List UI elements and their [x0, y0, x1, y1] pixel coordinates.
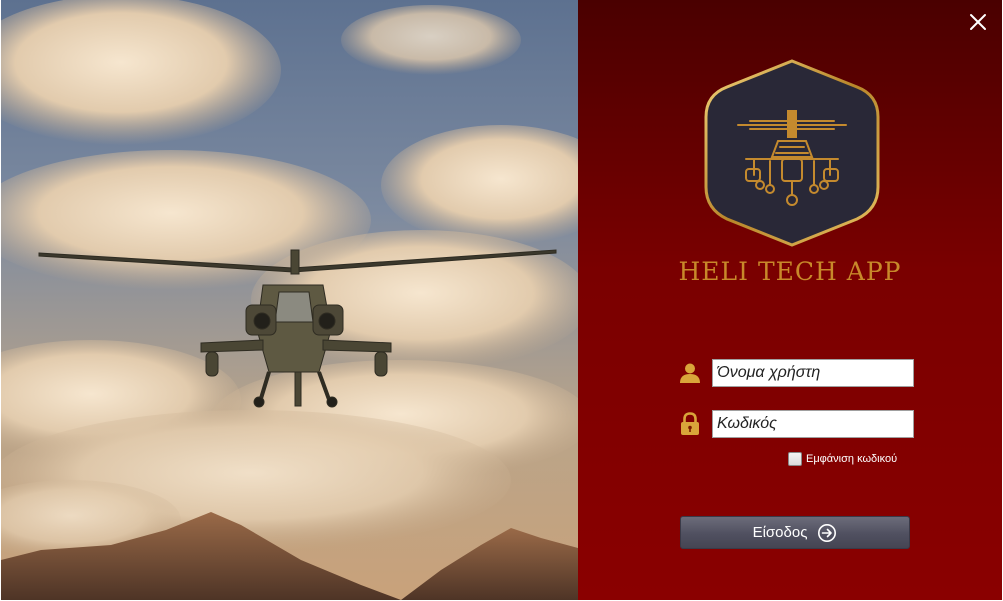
lock-icon — [681, 412, 699, 435]
username-input[interactable] — [712, 359, 914, 387]
password-input[interactable] — [712, 410, 914, 438]
app-title: HELI TECH APP — [678, 257, 902, 286]
close-icon — [970, 14, 986, 30]
login-button[interactable]: Είσοδος — [680, 516, 910, 549]
user-icon — [680, 363, 700, 383]
close-button[interactable] — [966, 10, 990, 34]
hero-photo — [1, 0, 578, 600]
show-password-toggle[interactable]: Εμφάνιση κωδικού — [788, 451, 897, 467]
show-password-label: Εμφάνιση κωδικού — [806, 453, 898, 465]
show-password-checkbox[interactable] — [788, 452, 802, 466]
login-button-label: Είσοδος — [752, 524, 808, 541]
app-logo-helicopter-icon — [704, 59, 880, 247]
login-panel: HELI TECH APP Εμφάνιση κωδικού Είσοδος — [578, 0, 1002, 600]
arrow-right-circle-icon — [818, 523, 837, 542]
